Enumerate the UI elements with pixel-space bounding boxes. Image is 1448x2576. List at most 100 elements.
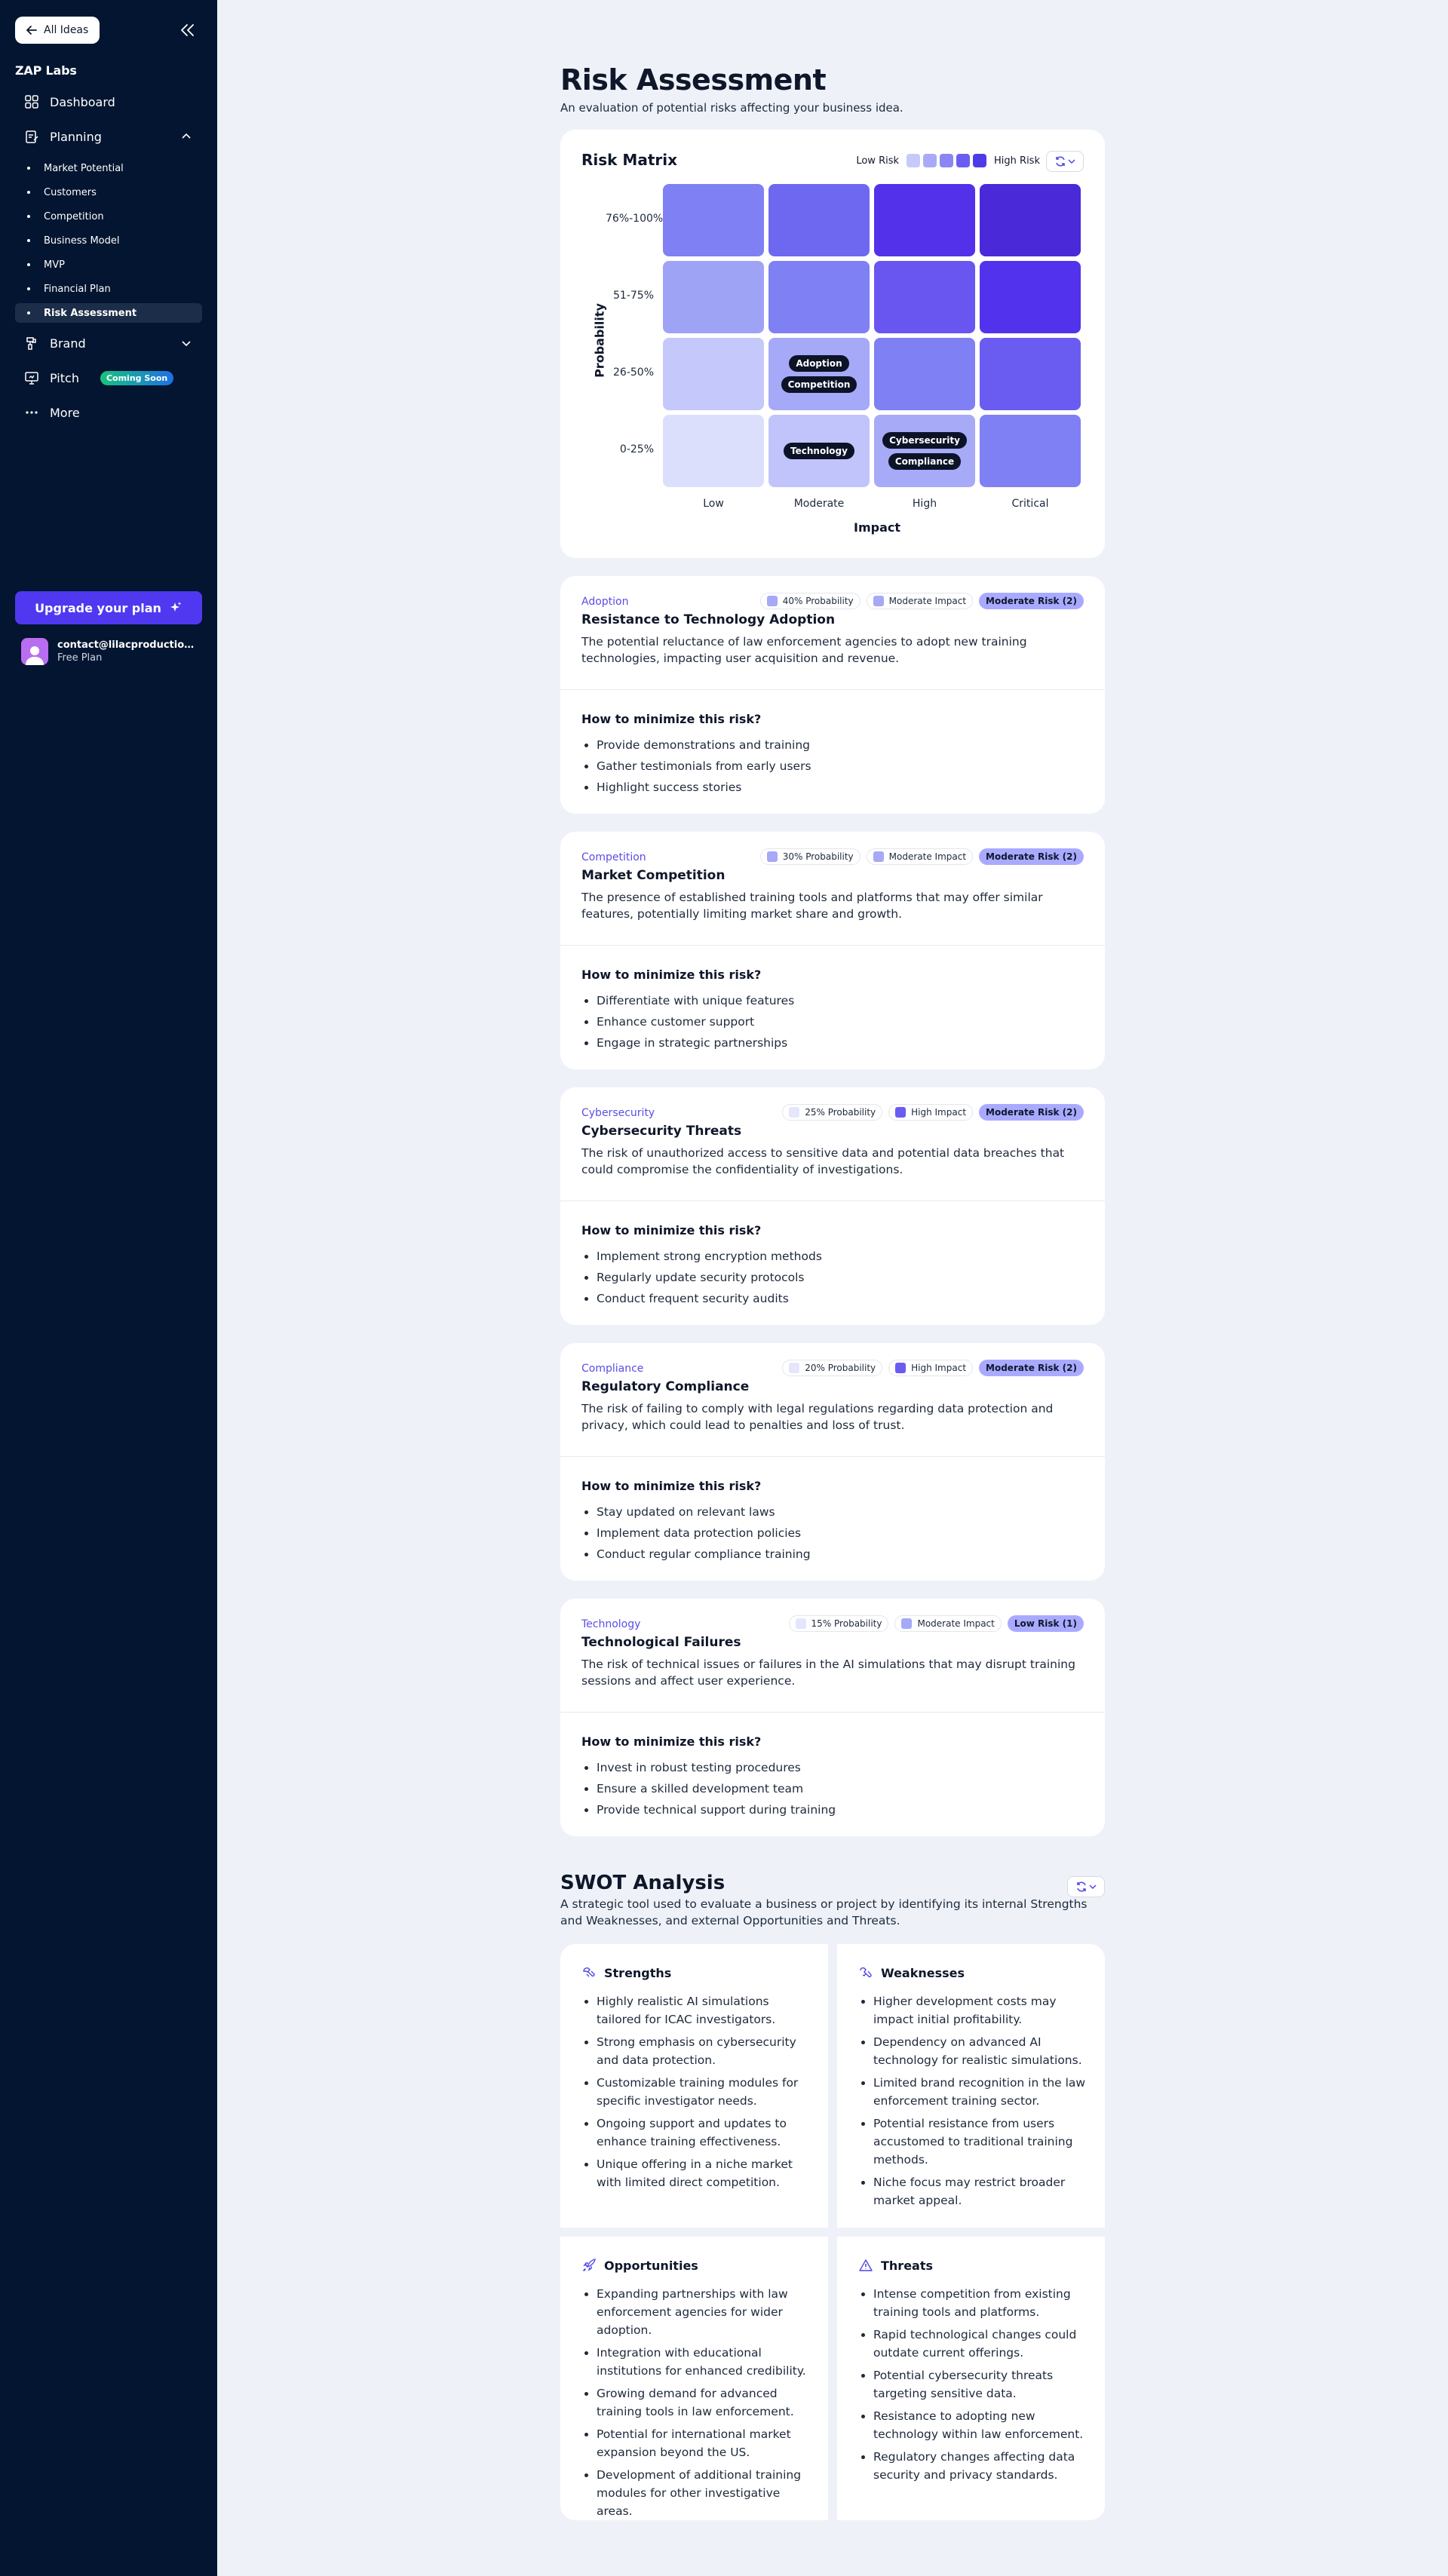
chevron-down-icon [1068, 159, 1075, 164]
impact-label: Moderate Impact [888, 596, 967, 606]
mitigation-item: Highlight success stories [597, 777, 811, 798]
nav-planning-label: Planning [50, 129, 102, 144]
x-tick-label: Critical [1011, 498, 1049, 510]
swot-regenerate-button[interactable] [1067, 1876, 1105, 1897]
risk-card: Compliance Regulatory Compliance The risk … [560, 1343, 1105, 1581]
risk-chip-cybersecurity[interactable]: Cybersecurity [882, 432, 967, 449]
swot-threats: Threats Intense competition from existin… [837, 2237, 1105, 2520]
legend-low-label: Low Risk [856, 155, 900, 167]
planning-item-label: Customers [44, 186, 97, 198]
risk-description: The potential reluctance of law enforcem… [581, 635, 1027, 665]
impact-swatch [895, 1363, 907, 1373]
swot-item: Potential resistance from users accustom… [873, 2114, 1089, 2169]
risk-chip-compliance[interactable]: Compliance [888, 453, 962, 470]
swot-item: Niche focus may restrict broader market … [873, 2173, 1089, 2210]
planning-item-competition[interactable]: Competition [15, 207, 202, 226]
matrix-cell [874, 184, 975, 256]
mitigation-heading: How to minimize this risk? [581, 1223, 762, 1237]
nav-brand[interactable]: Brand [15, 329, 202, 357]
planning-item-label: Business Model [44, 235, 120, 247]
collapse-sidebar-button[interactable] [178, 21, 196, 39]
avatar [21, 638, 48, 665]
matrix-cell [768, 261, 870, 333]
mitigation-heading: How to minimize this risk? [581, 1734, 762, 1749]
risk-title: Resistance to Technology Adoption [581, 612, 836, 627]
risk-chip-competition[interactable]: Competition [781, 376, 857, 393]
all-ideas-button[interactable]: All Ideas [15, 17, 100, 44]
risk-category: Competition [581, 851, 646, 863]
probability-swatch [789, 1363, 800, 1373]
probability-label: 15% Probability [811, 1618, 882, 1629]
page-subtitle: An evaluation of potential risks affecti… [560, 101, 903, 115]
planning-item-risk-assessment[interactable]: Risk Assessment [15, 303, 202, 323]
threats-list: Intense competition from existing traini… [873, 2285, 1089, 2489]
planning-item-customers[interactable]: Customers [15, 182, 202, 202]
mitigation-item: Implement strong encryption methods [597, 1246, 822, 1267]
swot-item: Potential cybersecurity threats targetin… [873, 2366, 1089, 2403]
impact-tag: Moderate Impact [866, 848, 974, 865]
sidebar: All Ideas ZAP Labs Dashboard Planning Ma… [0, 0, 217, 2576]
risk-title: Regulatory Compliance [581, 1379, 750, 1394]
probability-swatch [766, 596, 778, 606]
upgrade-plan-button[interactable]: Upgrade your plan [15, 591, 202, 624]
nav-pitch[interactable]: Pitch Coming Soon [15, 363, 202, 392]
mitigation-heading: How to minimize this risk? [581, 1479, 762, 1493]
org-name: ZAP Labs [15, 63, 77, 78]
chevron-down-icon [1089, 1884, 1097, 1890]
user-profile[interactable]: contact@lilacproductions.com Free Plan [21, 638, 201, 665]
bullet-dot [27, 287, 30, 290]
probability-label: 40% Probability [782, 596, 854, 606]
impact-tag: Moderate Impact [866, 593, 974, 609]
matrix-cell [980, 184, 1081, 256]
nav-more[interactable]: More [15, 398, 202, 427]
matrix-cell [874, 338, 975, 410]
planning-item-financial-plan[interactable]: Financial Plan [15, 279, 202, 299]
impact-tag: Moderate Impact [894, 1615, 1002, 1632]
matrix-cell [980, 261, 1081, 333]
mitigation-list: Invest in robust testing proceduresEnsur… [597, 1757, 836, 1820]
matrix-cell [980, 338, 1081, 410]
mitigation-item: Provide technical support during trainin… [597, 1799, 836, 1820]
planning-item-business-model[interactable]: Business Model [15, 231, 202, 250]
matrix-cell: Adoption Competition [768, 338, 870, 410]
user-icon [26, 646, 44, 665]
swot-item: Rapid technological changes could outdat… [873, 2326, 1089, 2362]
risk-category: Adoption [581, 596, 629, 608]
nav-dashboard[interactable]: Dashboard [15, 87, 202, 116]
refresh-icon [1077, 1881, 1086, 1892]
matrix-regenerate-button[interactable] [1046, 151, 1084, 172]
risk-card: Cybersecurity Cybersecurity Threats The ri… [560, 1087, 1105, 1325]
mitigation-item: Stay updated on relevant laws [597, 1501, 811, 1523]
swot-item: Integration with educational institution… [597, 2344, 812, 2380]
probability-label: 20% Probability [805, 1363, 876, 1373]
matrix-cell [663, 261, 764, 333]
probability-tag: 20% Probability [782, 1360, 883, 1376]
nav-planning[interactable]: Planning [15, 122, 202, 151]
planning-item-label: Competition [44, 210, 104, 222]
swot-item: Potential for international market expan… [597, 2425, 812, 2461]
refresh-icon [1056, 156, 1065, 167]
planning-item-mvp[interactable]: MVP [15, 255, 202, 274]
risk-title: Market Competition [581, 868, 726, 883]
swot-title: SWOT Analysis [560, 1872, 726, 1894]
planning-item-market-potential[interactable]: Market Potential [15, 158, 202, 178]
impact-tag: High Impact [888, 1360, 974, 1376]
risk-card: Technology Technological Failures The risk… [560, 1599, 1105, 1836]
matrix-cell [768, 184, 870, 256]
risk-description: The risk of unauthorized access to sensi… [581, 1146, 1065, 1176]
legend-swatch [940, 154, 954, 167]
probability-label: 25% Probability [805, 1107, 876, 1118]
coming-soon-badge: Coming Soon [100, 370, 174, 385]
x-tick-label: High [912, 498, 937, 510]
risk-chip-technology[interactable]: Technology [784, 443, 854, 459]
x-axis-title: Impact [853, 520, 900, 535]
swot-item: Expanding partnerships with law enforcem… [597, 2285, 812, 2339]
risk-level-badge: Moderate Risk (2) [979, 1104, 1084, 1121]
opportunities-list: Expanding partnerships with law enforcem… [597, 2285, 812, 2525]
y-tick-label: 0-25% [619, 443, 654, 455]
risk-chip-adoption[interactable]: Adoption [789, 355, 849, 372]
matrix-cell: Cybersecurity Compliance [874, 415, 975, 487]
risk-tags: 15% Probability Moderate Impact Low Risk (… [788, 1615, 1084, 1632]
impact-tag: High Impact [888, 1104, 974, 1121]
dashboard-icon [25, 95, 38, 109]
